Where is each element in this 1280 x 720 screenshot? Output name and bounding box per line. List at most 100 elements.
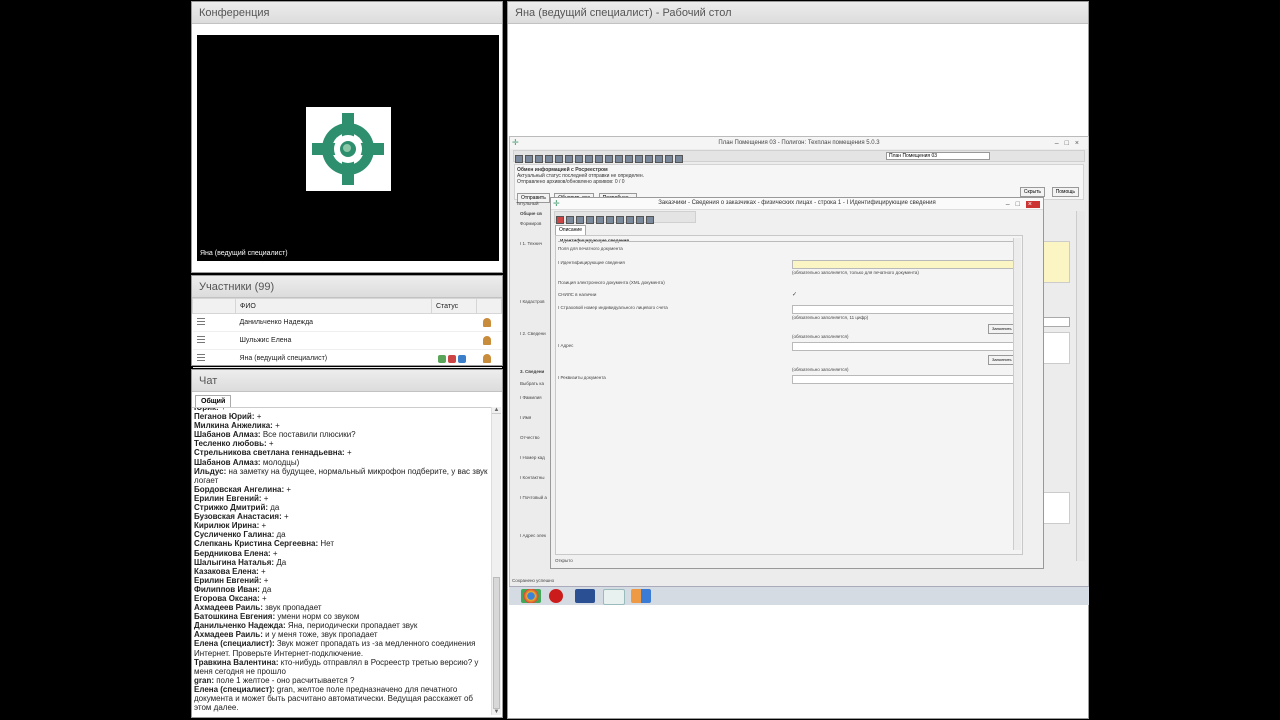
sign-icon[interactable] [645, 155, 653, 163]
help-icon[interactable] [675, 155, 683, 163]
polygon-app-icon[interactable] [603, 589, 625, 605]
window-controls[interactable]: –□× [1055, 138, 1085, 150]
dialog-form: Идентифицирующие сведения Поля для печат… [555, 235, 1023, 555]
chat-message: gran: поле 1 желтое - оно расчитывается … [194, 676, 491, 685]
refresh-icon[interactable] [635, 155, 643, 163]
chat-message: Егорова Оксана: + [194, 594, 491, 603]
undo-icon[interactable] [585, 155, 593, 163]
chat-title: Чат [192, 370, 502, 392]
copy-icon[interactable] [565, 155, 573, 163]
video-stream[interactable]: Яна (ведущий специалист) [197, 35, 499, 261]
chat-text: молодцы) [260, 457, 300, 467]
dialog-title: Заказчики - Сведения о заказчиках - физи… [658, 200, 936, 206]
save-icon[interactable] [566, 216, 574, 224]
desktop-panel: Яна (ведущий специалист) - Рабочий стол … [507, 1, 1089, 719]
polygon-app-window[interactable]: ✛ План Помещения 03 - Полигон: Техплан п… [509, 136, 1089, 600]
app-scrollbar[interactable] [1076, 211, 1085, 561]
document-details-field[interactable] [792, 375, 1018, 384]
chat-author: Кирилюк Ирина: [194, 521, 260, 531]
menu-icon[interactable] [196, 318, 205, 325]
background-text-field[interactable] [1042, 332, 1070, 364]
chat-message: Стрижко Дмитрий: да [194, 503, 491, 512]
paste-icon[interactable] [596, 216, 604, 224]
new-icon[interactable] [515, 155, 523, 163]
identification-field[interactable] [792, 260, 1018, 269]
open-icon[interactable] [525, 155, 533, 163]
column-header-name[interactable]: ФИО [235, 298, 432, 314]
scroll-thumb[interactable] [493, 577, 500, 709]
document-name-field[interactable]: План Помещения 03 [886, 152, 990, 160]
menu-icon[interactable] [196, 336, 205, 343]
redo-icon[interactable] [595, 155, 603, 163]
zoom-icon[interactable] [655, 155, 663, 163]
scroll-up-icon[interactable]: ▲ [492, 407, 501, 414]
cut-icon[interactable] [555, 155, 563, 163]
user-icon [482, 336, 491, 345]
key-icon[interactable] [646, 216, 654, 224]
chat-text: + [261, 575, 269, 585]
headset-icon [437, 354, 446, 363]
menu-icon[interactable] [196, 354, 205, 361]
hide-button[interactable]: Скрыть [1019, 187, 1045, 197]
chat-text: + [261, 493, 269, 503]
background-fill-button[interactable] [1042, 317, 1070, 327]
chat-author: Ахмадеев Раиль: [194, 630, 263, 640]
address-field[interactable] [792, 342, 1018, 351]
chat-text: + [281, 512, 289, 522]
chat-author: Стрижко Дмитрий: [194, 503, 269, 513]
chat-message: Елена (специалист): Звук может пропадать… [194, 639, 491, 657]
table-icon[interactable] [605, 155, 613, 163]
sign-icon[interactable] [636, 216, 644, 224]
fill-address-button[interactable]: Заполнить [988, 355, 1016, 365]
chat-message: Бердникова Елена: + [194, 549, 491, 558]
snils-checkbox[interactable]: ✓ [792, 291, 797, 298]
video-caption: Яна (ведущий специалист) [200, 250, 288, 257]
tab-description[interactable]: Описание [555, 225, 587, 235]
undo-icon[interactable] [606, 216, 614, 224]
chat-message: Шабанов Алмаз: молодцы) [194, 458, 491, 467]
chat-scrollbar[interactable]: ▲ ▼ [491, 407, 501, 715]
help-button[interactable]: Помощь [1051, 187, 1079, 197]
floppy-icon[interactable] [575, 589, 595, 603]
check-icon[interactable] [625, 155, 633, 163]
background-yellow-field [1042, 241, 1070, 283]
column-header-status[interactable]: Статус [431, 298, 477, 314]
print-icon[interactable] [545, 155, 553, 163]
scroll-down-icon[interactable]: ▼ [492, 709, 501, 715]
chat-message: Ерилин Евгений: + [194, 494, 491, 503]
user-icon [482, 318, 491, 327]
chat-author: Шабанов Алмаз: [194, 430, 261, 440]
opera-icon[interactable] [549, 589, 563, 603]
chat-author: Данильченко Надежда: [194, 621, 286, 631]
chat-author: Милкина Анжелика: [194, 421, 273, 431]
presenter-icon [447, 354, 456, 363]
dialog-scrollbar[interactable] [1013, 238, 1021, 550]
save-all-icon[interactable] [576, 216, 584, 224]
image-icon[interactable] [615, 155, 623, 163]
chrome-icon[interactable] [521, 589, 541, 603]
paste-icon[interactable] [575, 155, 583, 163]
close-doc-icon[interactable] [556, 216, 564, 224]
fill-button[interactable]: Заполнить [988, 324, 1016, 334]
save-icon[interactable] [535, 155, 543, 163]
settings-icon[interactable] [665, 155, 673, 163]
participant-row[interactable]: Шульжис Елена [192, 331, 502, 350]
participants-table: ФИО Статус Данильченко Надежда Шульжис Е… [192, 298, 502, 368]
chat-author: Травкина Валентина: [194, 657, 279, 667]
participant-row[interactable]: Яна (ведущий специалист) [192, 349, 502, 368]
copy-icon[interactable] [586, 216, 594, 224]
background-text-field[interactable] [1042, 492, 1070, 524]
chat-tab-general[interactable]: Общий [195, 395, 232, 407]
windows-explorer-icon[interactable] [631, 589, 651, 603]
snils-number-field[interactable] [792, 305, 1018, 314]
participant-name: Яна (ведущий специалист) [235, 349, 432, 368]
chat-text: + [254, 412, 262, 422]
participant-row[interactable]: Данильченко Надежда [192, 313, 502, 332]
table-icon[interactable] [616, 216, 624, 224]
taskbar [509, 586, 1089, 605]
dialog-window-controls[interactable]: –□ × [1006, 199, 1040, 210]
check-icon[interactable] [626, 216, 634, 224]
customers-dialog[interactable]: ✛ Заказчики - Сведения о заказчиках - фи… [550, 197, 1044, 569]
chat-message: Шабанов Алмаз: Все поставили плюсики? [194, 430, 491, 439]
chat-author: Казакова Елена: [194, 566, 259, 576]
